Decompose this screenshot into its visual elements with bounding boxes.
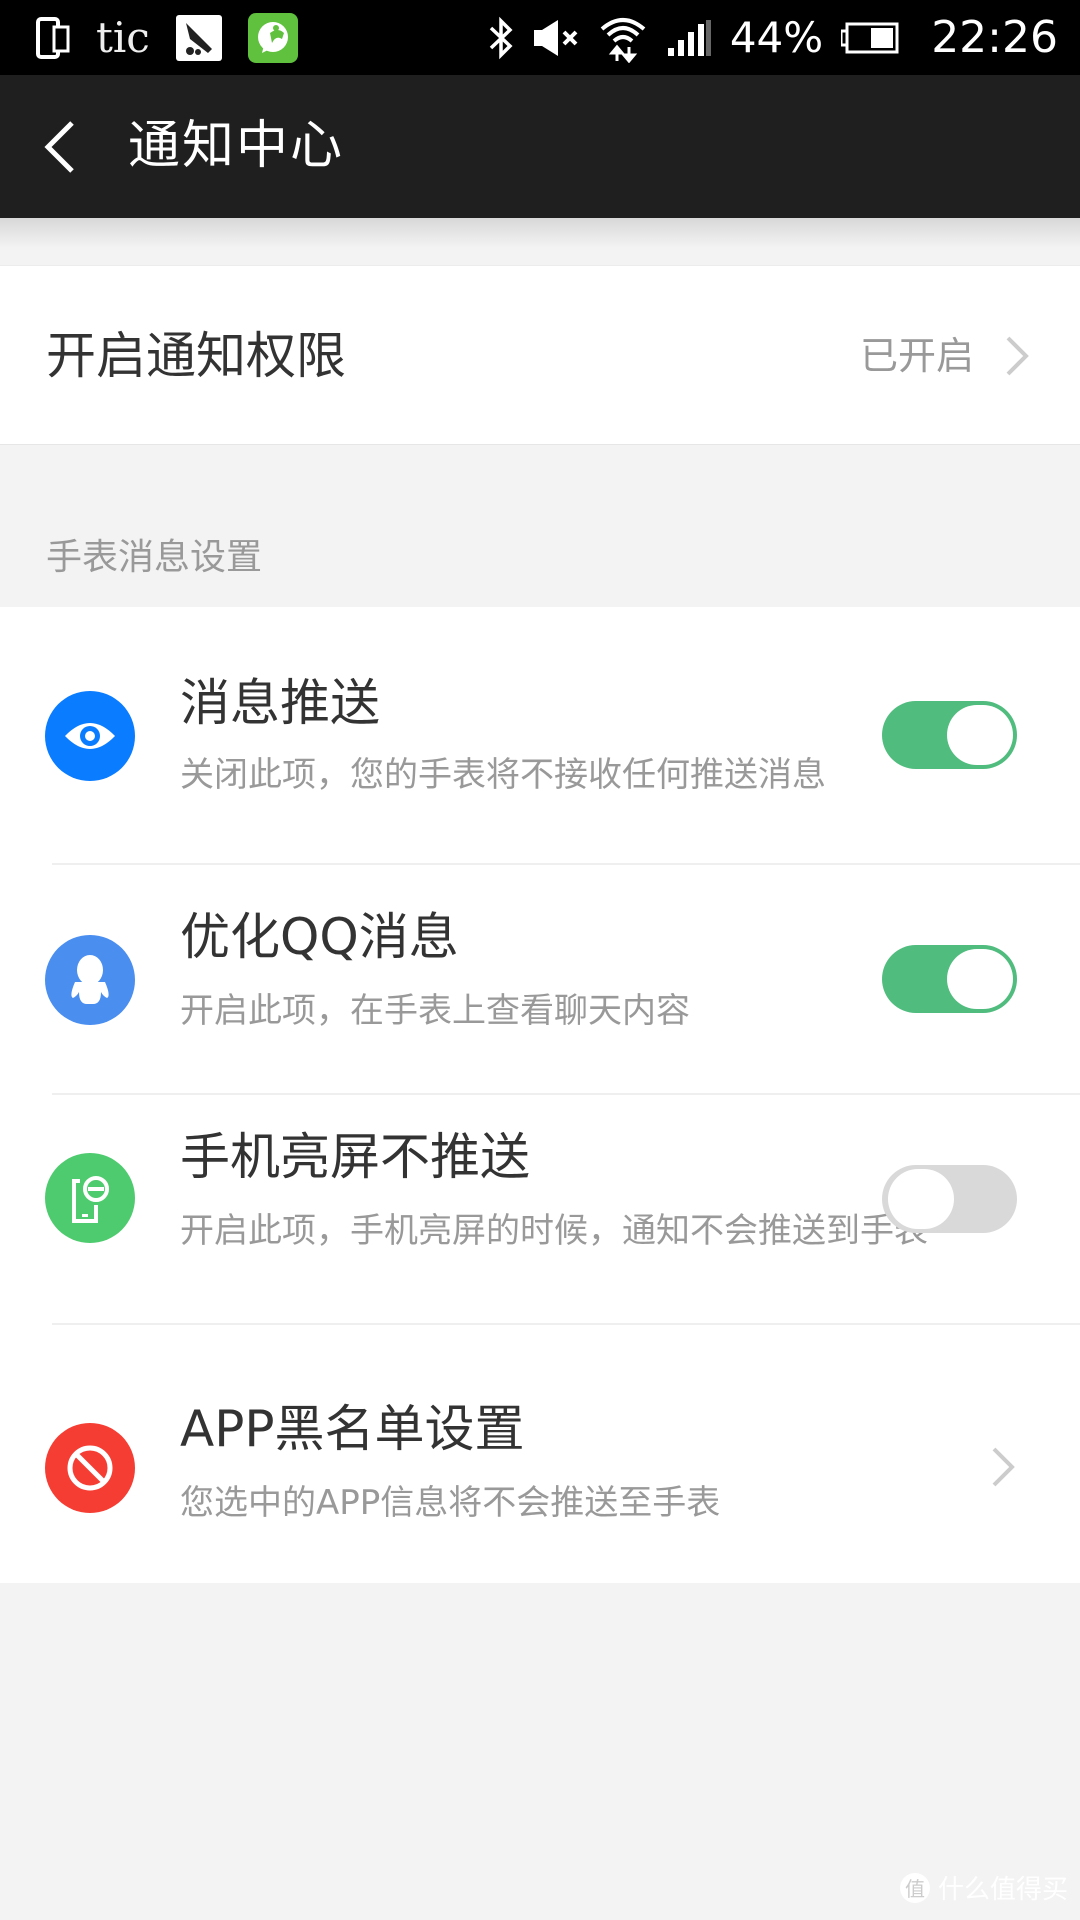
permission-label: 开启通知权限 [46, 327, 346, 385]
watermark-badge: 值 [899, 1872, 930, 1903]
phone-screen-icon [45, 1153, 135, 1243]
toggle-knob [947, 705, 1013, 765]
app-bar-shadow [0, 218, 1080, 248]
list-item-app-blacklist[interactable]: APP黑名单设置 您选中的APP信息将不会推送至手表 [0, 1325, 1080, 1583]
item-title: 手机亮屏不推送 [180, 1128, 530, 1186]
battery-percent: 44% [729, 12, 824, 62]
back-button[interactable] [42, 117, 82, 177]
qq-penguin-icon [45, 935, 135, 1025]
status-bar: tic 44% 22:26 [0, 0, 1080, 75]
signal-icon [667, 19, 711, 56]
toggle-knob [947, 949, 1013, 1009]
permission-status: 已开启 [859, 334, 974, 378]
block-icon [45, 1423, 135, 1513]
chevron-right-icon [1006, 336, 1029, 376]
eye-icon [45, 691, 135, 781]
item-subtitle: 您选中的APP信息将不会推送至手表 [180, 1483, 721, 1523]
item-title: 消息推送 [180, 674, 380, 732]
status-bar-left: tic [36, 0, 298, 75]
toggle-knob [888, 1169, 954, 1229]
item-subtitle: 关闭此项，您的手表将不接收任何推送消息 [180, 755, 826, 795]
list-item-screen-on-no-push: 手机亮屏不推送 开启此项，手机亮屏的时候，通知不会推送到手表 [0, 1095, 1080, 1325]
item-title: APP黑名单设置 [180, 1400, 525, 1458]
watermark-text: 什么值得买 [937, 1875, 1068, 1905]
page-title: 通知中心 [128, 116, 345, 176]
tic-label: tic [96, 12, 150, 62]
list-item-optimize-qq: 优化QQ消息 开启此项，在手表上查看聊天内容 [0, 865, 1080, 1095]
optimize-qq-toggle[interactable] [882, 945, 1017, 1013]
chevron-left-icon [44, 121, 74, 173]
chevron-right-icon [992, 1447, 1015, 1487]
app-green-icon [247, 12, 298, 63]
dual-screen-icon [36, 16, 70, 59]
notification-permission-row[interactable]: 开启通知权限 已开启 [0, 265, 1080, 445]
watermark: 值 什么值得买 [899, 1869, 1068, 1906]
wifi-icon [600, 17, 646, 63]
item-title: 优化QQ消息 [180, 908, 459, 966]
message-push-toggle[interactable] [882, 701, 1017, 769]
screen-on-no-push-toggle[interactable] [882, 1165, 1017, 1233]
section-header: 手表消息设置 [46, 537, 263, 578]
watch-settings-list: 消息推送 关闭此项，您的手表将不接收任何推送消息 优化QQ消息 开启此项，在手表… [0, 607, 1080, 1583]
item-subtitle: 开启此项，手机亮屏的时候，通知不会推送到手表 [180, 1211, 928, 1251]
battery-icon [841, 22, 899, 53]
status-bar-right: 44% 22:26 [488, 0, 1058, 75]
mute-icon [533, 19, 578, 56]
clock: 22:26 [931, 11, 1058, 63]
item-subtitle: 开启此项，在手表上查看聊天内容 [180, 991, 690, 1031]
app-bar: 通知中心 [0, 75, 1080, 218]
bluetooth-icon [489, 16, 513, 59]
list-item-message-push: 消息推送 关闭此项，您的手表将不接收任何推送消息 [0, 607, 1080, 865]
app-notification-icon [175, 14, 222, 61]
